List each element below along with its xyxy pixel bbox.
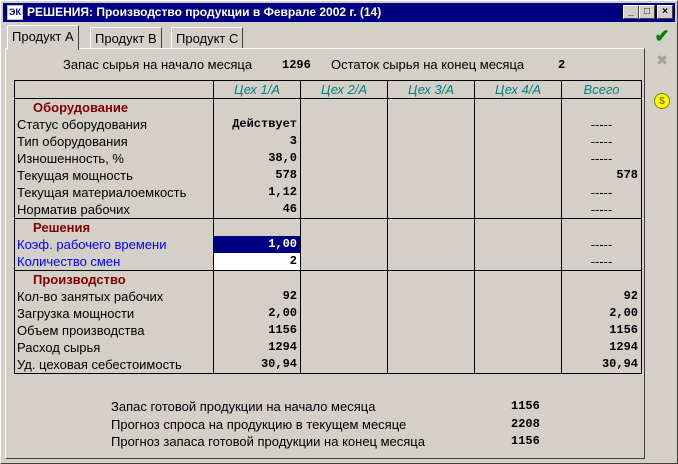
work-time-coef-input[interactable]: 1,00: [213, 236, 301, 253]
cell-total: -----: [561, 253, 642, 271]
footer-value: 2208: [511, 417, 540, 431]
row-label: Расход сырья: [14, 339, 214, 356]
cell-value: 578: [213, 167, 301, 184]
cell-total: 2,00: [561, 305, 642, 322]
footer-label: Запас готовой продукции на начало месяца: [111, 399, 376, 414]
row-label: Кол-во занятых рабочих: [14, 288, 214, 305]
row-label: Тип оборудования: [14, 133, 214, 150]
production-table: Цех 1/A Цех 2/A Цех 3/A Цех 4/A Всего Об…: [14, 80, 642, 374]
cell-total: 1294: [561, 339, 642, 356]
table-row: Текущая материалоемкость 1,12 -----: [14, 184, 642, 201]
row-label: Норматив рабочих: [14, 201, 214, 219]
tab-product-a[interactable]: Продукт A: [7, 25, 79, 50]
coin-icon[interactable]: $: [654, 93, 670, 109]
column-header: Цех 3/A: [387, 80, 475, 99]
cell-value: 38,0: [213, 150, 301, 167]
maximize-button[interactable]: □: [639, 5, 655, 19]
window-title: РЕШЕНИЯ: Производство продукции в Феврал…: [27, 5, 382, 19]
section-production-title: Производство: [14, 270, 214, 288]
minimize-button[interactable]: _: [623, 5, 639, 19]
header-blank: [14, 80, 214, 99]
shifts-count-label: Количество смен: [14, 253, 214, 271]
table-row: Загрузка мощности 2,00 2,00: [14, 305, 642, 322]
table-row: Кол-во занятых рабочих 92 92: [14, 288, 642, 305]
shifts-count-input[interactable]: 2: [213, 253, 301, 271]
row-label: Уд. цеховая себестоимость: [14, 356, 214, 374]
table-row: Статус оборудования Действует -----: [14, 116, 642, 133]
table-row: Тип оборудования 3 -----: [14, 133, 642, 150]
checkmark-icon[interactable]: ✔: [653, 27, 671, 45]
table-row: Текущая мощность 578 578: [14, 167, 642, 184]
tab-product-c[interactable]: Продукт C: [171, 27, 244, 48]
cell-total: -----: [561, 116, 642, 133]
row-label: Статус оборудования: [14, 116, 214, 133]
cell-total: -----: [561, 150, 642, 167]
table-row: Объем производства 1156 1156: [14, 322, 642, 339]
cell-total: 578: [561, 167, 642, 184]
cell-value: 2,00: [213, 305, 301, 322]
cell-total: -----: [561, 236, 642, 253]
row-label: Текущая мощность: [14, 167, 214, 184]
table-header-row: Цех 1/A Цех 2/A Цех 3/A Цех 4/A Всего: [14, 80, 642, 99]
footer-label: Прогноз спроса на продукцию в текущем ме…: [111, 417, 407, 432]
raw-end-value: 2: [558, 58, 566, 72]
footer-value: 1156: [511, 399, 540, 413]
section-row: Производство: [14, 270, 642, 288]
footer-value: 1156: [511, 434, 540, 448]
row-label: Объем производства: [14, 322, 214, 339]
cell-total: 30,94: [561, 356, 642, 374]
cell-total: 92: [561, 288, 642, 305]
raw-start-label: Запас сырья на начало месяца: [63, 57, 253, 72]
cross-icon[interactable]: ✖: [653, 51, 671, 69]
cell-value: 1156: [213, 322, 301, 339]
cell-total: -----: [561, 133, 642, 150]
table-row: Изношенность, % 38,0 -----: [14, 150, 642, 167]
cell-value: Действует: [213, 116, 301, 133]
cell-value: 3: [213, 133, 301, 150]
column-header: Всего: [561, 80, 642, 99]
title-bar[interactable]: ЭК РЕШЕНИЯ: Производство продукции в Фев…: [3, 3, 675, 22]
section-equipment-title: Оборудование: [14, 98, 214, 116]
column-header: Цех 2/A: [300, 80, 388, 99]
cell-total: -----: [561, 201, 642, 219]
main-window: ЭК РЕШЕНИЯ: Производство продукции в Фев…: [0, 0, 678, 464]
cell-value: 1,12: [213, 184, 301, 201]
tab-product-b[interactable]: Продукт B: [90, 27, 162, 48]
column-header: Цех 4/A: [474, 80, 562, 99]
work-time-coef-label: Коэф. рабочего времени: [14, 236, 214, 253]
column-header: Цех 1/A: [213, 80, 301, 99]
table-row: Норматив рабочих 46 -----: [14, 201, 642, 219]
row-label: Загрузка мощности: [14, 305, 214, 322]
raw-start-value: 1296: [282, 58, 311, 72]
app-icon: ЭК: [7, 5, 23, 20]
table-row: Расход сырья 1294 1294: [14, 339, 642, 356]
section-row: Решения: [14, 218, 642, 236]
section-row: Оборудование: [14, 98, 642, 116]
cell-total: 1156: [561, 322, 642, 339]
table-row: Уд. цеховая себестоимость 30,94 30,94: [14, 356, 642, 374]
cell-value: 1294: [213, 339, 301, 356]
section-decisions-title: Решения: [14, 218, 214, 236]
table-row: Количество смен 2 -----: [14, 253, 642, 271]
cell-value: 92: [213, 288, 301, 305]
raw-end-label: Остаток сырья на конец месяца: [331, 57, 525, 72]
table-row: Коэф. рабочего времени 1,00 -----: [14, 236, 642, 253]
close-button[interactable]: ×: [657, 5, 673, 19]
cell-value: 30,94: [213, 356, 301, 374]
row-label: Изношенность, %: [14, 150, 214, 167]
footer-label: Прогноз запаса готовой продукции на коне…: [111, 434, 425, 449]
cell-value: 46: [213, 201, 301, 219]
cell-total: -----: [561, 184, 642, 201]
row-label: Текущая материалоемкость: [14, 184, 214, 201]
